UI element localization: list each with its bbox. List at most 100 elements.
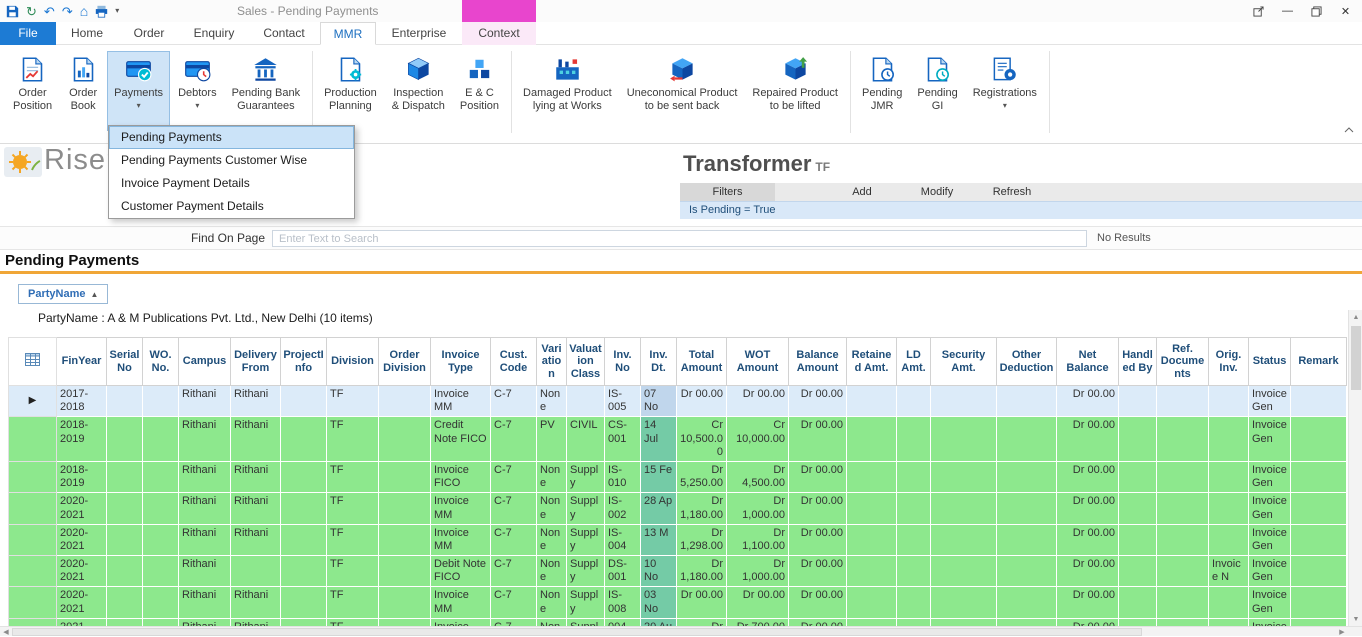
cell-campus[interactable]: Rithani xyxy=(179,461,231,492)
ribbon-item-debtors[interactable]: Debtors▾ xyxy=(171,51,224,131)
cell-orig-inv[interactable] xyxy=(1209,493,1249,524)
cell-inv-dt[interactable]: 13 M xyxy=(641,524,677,555)
cell-delivery-from[interactable]: Rithani xyxy=(231,618,281,626)
cell-campus[interactable]: Rithani xyxy=(179,587,231,618)
cell-other-deduction[interactable] xyxy=(997,417,1057,462)
cell-campus[interactable]: Rithani xyxy=(179,524,231,555)
cell-balance-amount[interactable]: Dr 00.00 xyxy=(789,461,847,492)
cell-serial-no[interactable] xyxy=(107,618,143,626)
col-header-projectinfo[interactable]: ProjectInfo xyxy=(281,338,327,386)
cell-handled-by[interactable] xyxy=(1119,556,1157,587)
cell-serial-no[interactable] xyxy=(107,587,143,618)
cell-inv-dt[interactable]: 10 No xyxy=(641,556,677,587)
cell-orig-inv[interactable]: Invoice N xyxy=(1209,556,1249,587)
cell-order-division[interactable] xyxy=(379,524,431,555)
popout-button[interactable] xyxy=(1244,0,1273,22)
cell-valuation-class[interactable]: CIVIL xyxy=(567,417,605,462)
cell-wo-no[interactable] xyxy=(143,524,179,555)
cell-security-amt[interactable] xyxy=(931,587,997,618)
cell-status[interactable]: Invoice Gen xyxy=(1249,461,1291,492)
cell-security-amt[interactable] xyxy=(931,618,997,626)
col-header-delivery-from[interactable]: Delivery From xyxy=(231,338,281,386)
cell-variation[interactable]: None xyxy=(537,618,567,626)
cell-campus[interactable]: Rithani xyxy=(179,417,231,462)
cell-wot-amount[interactable]: Dr 1,100.00 xyxy=(727,524,789,555)
cell-valuation-class[interactable]: Supply xyxy=(567,524,605,555)
cell-variation[interactable]: None xyxy=(537,386,567,417)
table-row[interactable]: 2018-2019RithaniRithaniTFInvoice FICOC-7… xyxy=(9,461,1347,492)
cell-cust-code[interactable]: C-7 xyxy=(491,386,537,417)
cell-security-amt[interactable] xyxy=(931,461,997,492)
scroll-down-icon[interactable]: ▼ xyxy=(1349,612,1362,626)
cell-retained-amt[interactable] xyxy=(847,386,897,417)
cell-orig-inv[interactable] xyxy=(1209,386,1249,417)
ribbon-item-inspection-dispatch[interactable]: Inspection & Dispatch xyxy=(385,51,452,131)
ribbon-item-pending-gi[interactable]: Pending GI xyxy=(910,51,964,131)
cell-security-amt[interactable] xyxy=(931,386,997,417)
cell-orig-inv[interactable] xyxy=(1209,461,1249,492)
cell-status[interactable]: Invoice Gen xyxy=(1249,618,1291,626)
cell-ref-documents[interactable] xyxy=(1157,587,1209,618)
cell-net-balance[interactable]: Dr 00.00 xyxy=(1057,461,1119,492)
cell-projectinfo[interactable] xyxy=(281,493,327,524)
cell-retained-amt[interactable] xyxy=(847,493,897,524)
cell-total-amount[interactable]: Dr 5,250.00 xyxy=(677,461,727,492)
cell-finyear[interactable]: 2020-2021 xyxy=(57,556,107,587)
cell-division[interactable]: TF xyxy=(327,417,379,462)
cell-division[interactable]: TF xyxy=(327,493,379,524)
cell-finyear[interactable]: 2018-2019 xyxy=(57,461,107,492)
save-icon[interactable] xyxy=(6,5,19,18)
cell-status[interactable]: Invoice Gen xyxy=(1249,386,1291,417)
menu-item-invoice-payment-details[interactable]: Invoice Payment Details xyxy=(109,172,354,195)
col-header-other-deduction[interactable]: Other Deduction xyxy=(997,338,1057,386)
vertical-scrollbar-thumb[interactable] xyxy=(1351,326,1361,390)
home-icon[interactable]: ⌂ xyxy=(80,4,88,18)
cell-cust-code[interactable]: C-7 xyxy=(491,524,537,555)
cell-invoice-type[interactable]: Invoice MM xyxy=(431,386,491,417)
cell-inv-dt[interactable]: 14 Jul xyxy=(641,417,677,462)
cell-serial-no[interactable] xyxy=(107,417,143,462)
menu-item-pending-payments[interactable]: Pending Payments xyxy=(109,126,354,149)
cell-inv-no[interactable]: IS-005 xyxy=(605,386,641,417)
cell-finyear[interactable]: 2021-2022 xyxy=(57,618,107,626)
cell-serial-no[interactable] xyxy=(107,524,143,555)
tab-contact[interactable]: Contact xyxy=(248,22,320,45)
qat-dropdown-caret-icon[interactable]: ▾ xyxy=(115,7,119,15)
cell-cust-code[interactable]: C-7 xyxy=(491,493,537,524)
cell-invoice-type[interactable]: Credit Note FICO xyxy=(431,417,491,462)
cell-total-amount[interactable]: Cr 10,500.00 xyxy=(677,417,727,462)
table-row[interactable]: 2020-2021RithaniRithaniTFInvoice MMC-7No… xyxy=(9,493,1347,524)
cell-wo-no[interactable] xyxy=(143,461,179,492)
cell-delivery-from[interactable]: Rithani xyxy=(231,587,281,618)
cell-wot-amount[interactable]: Dr 00.00 xyxy=(727,386,789,417)
cell-wot-amount[interactable]: Dr 700.00 xyxy=(727,618,789,626)
cell-balance-amount[interactable]: Dr 00.00 xyxy=(789,386,847,417)
add-button[interactable]: Add xyxy=(827,186,897,198)
cell-variation[interactable]: None xyxy=(537,493,567,524)
minimize-button[interactable]: — xyxy=(1273,0,1302,22)
cell-invoice-type[interactable]: Invoice FICO xyxy=(431,461,491,492)
ribbon-item-pending-jmr[interactable]: Pending JMR xyxy=(855,51,909,131)
table-row[interactable]: 2020-2021RithaniRithaniTFInvoice MMC-7No… xyxy=(9,524,1347,555)
table-row[interactable]: 2020-2021RithaniRithaniTFInvoice MMC-7No… xyxy=(9,587,1347,618)
cell-valuation-class[interactable]: Supply xyxy=(567,556,605,587)
cell-division[interactable]: TF xyxy=(327,524,379,555)
cell-delivery-from[interactable] xyxy=(231,556,281,587)
print-icon[interactable] xyxy=(95,5,108,18)
col-header-inv-no[interactable]: Inv. No xyxy=(605,338,641,386)
vertical-scrollbar[interactable]: ▲ ▼ xyxy=(1348,310,1362,626)
scroll-up-icon[interactable]: ▲ xyxy=(1349,310,1362,324)
cell-handled-by[interactable] xyxy=(1119,417,1157,462)
row-selector-cell[interactable] xyxy=(9,493,57,524)
cell-inv-dt[interactable]: 20 Au xyxy=(641,618,677,626)
cell-inv-no[interactable]: CS-001 xyxy=(605,417,641,462)
tab-order[interactable]: Order xyxy=(118,22,180,45)
cell-total-amount[interactable]: Dr 00.00 xyxy=(677,386,727,417)
cell-ld-amt[interactable] xyxy=(897,587,931,618)
cell-net-balance[interactable]: Dr 00.00 xyxy=(1057,493,1119,524)
cell-remark[interactable] xyxy=(1291,618,1347,626)
cell-balance-amount[interactable]: Dr 00.00 xyxy=(789,493,847,524)
col-header-campus[interactable]: Campus xyxy=(179,338,231,386)
row-selector-cell[interactable]: ▶ xyxy=(9,386,57,417)
cell-order-division[interactable] xyxy=(379,493,431,524)
